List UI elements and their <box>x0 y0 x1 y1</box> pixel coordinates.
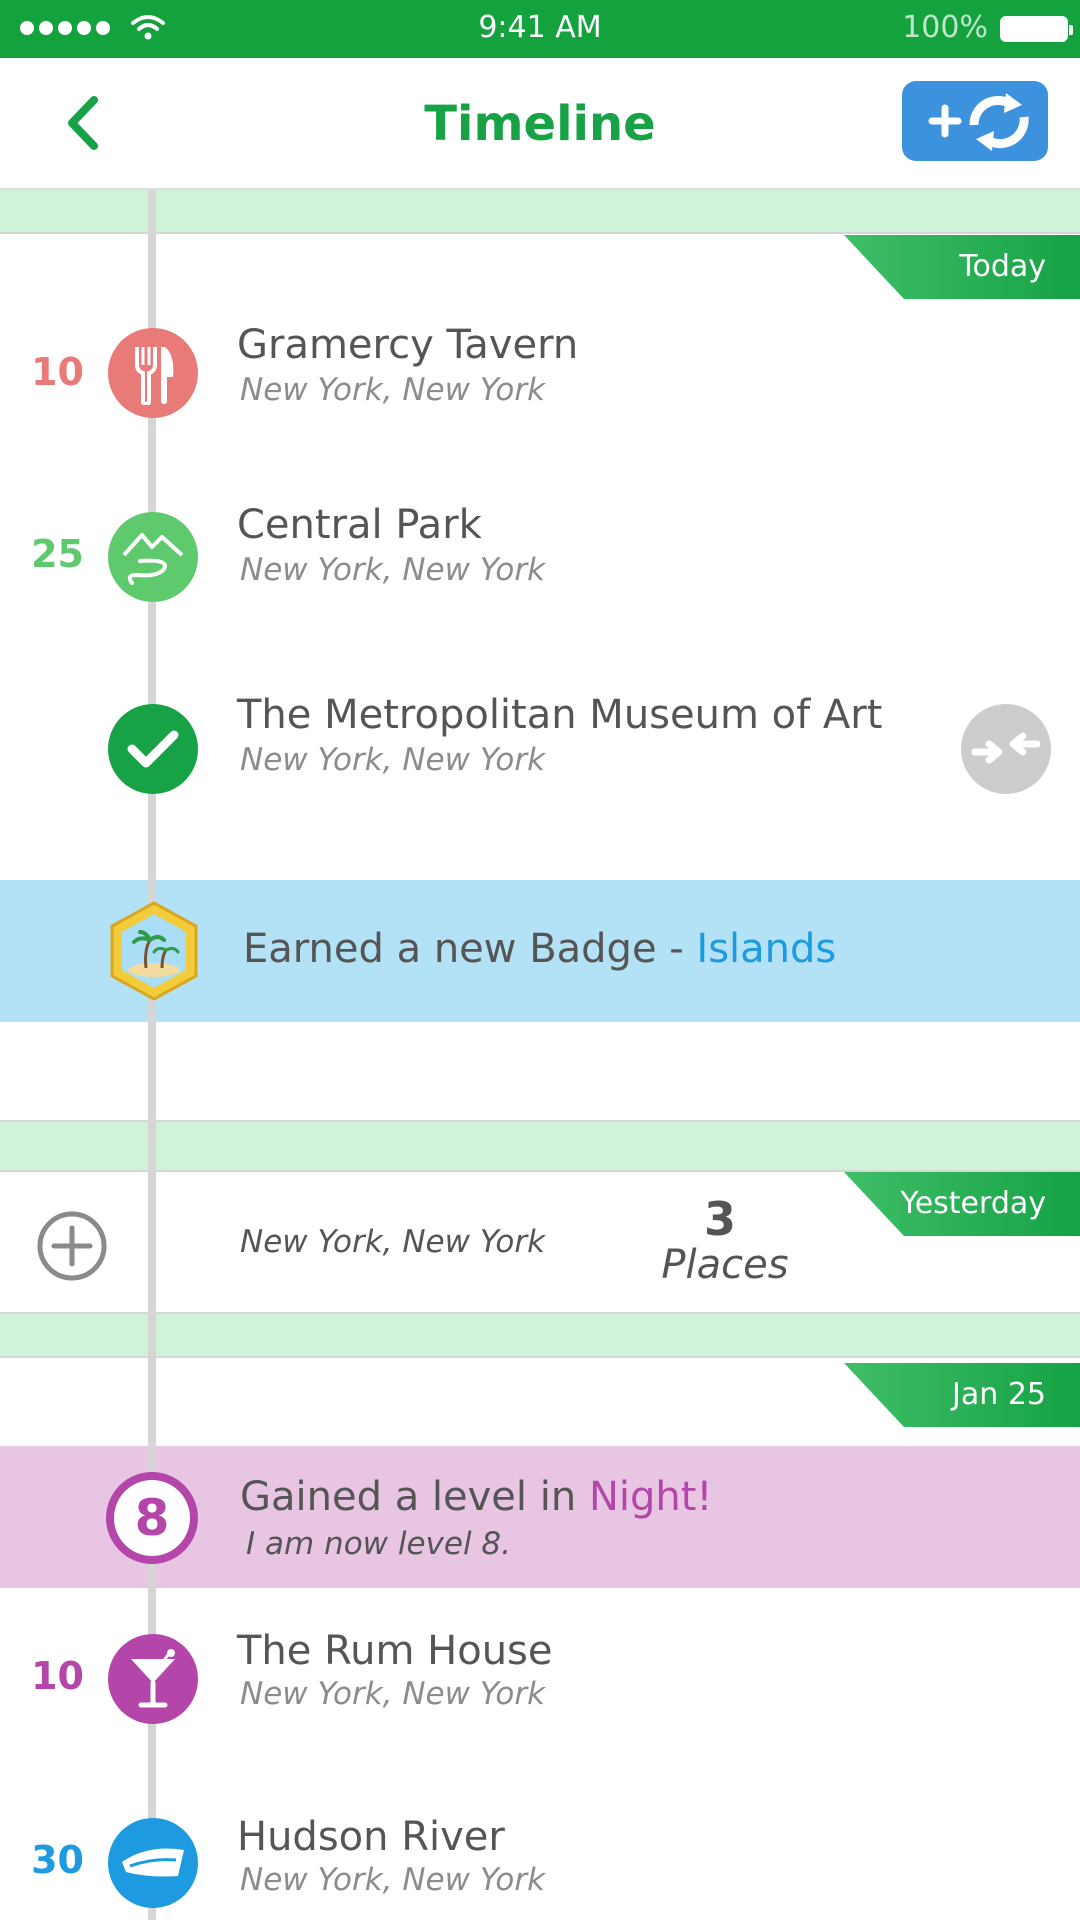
fork-knife-icon <box>108 328 198 418</box>
battery-percentage: 100% <box>902 10 988 45</box>
timeline-item[interactable]: 25 Central Park New York, New York <box>0 482 1080 632</box>
add-sync-icon <box>928 93 1029 151</box>
date-tag-jan25: Jan 25 <box>844 1363 1080 1427</box>
place-name: Central Park <box>237 502 482 548</box>
status-bar: 9:41 AM 100% <box>0 0 1080 58</box>
badge-notification[interactable]: Earned a new Badge - Islands <box>0 880 1080 1022</box>
level-category[interactable]: Night! <box>589 1474 713 1520</box>
place-name: The Metropolitan Museum of Art <box>237 692 883 738</box>
battery-icon <box>1000 16 1073 42</box>
places-label: Places <box>661 1242 789 1288</box>
level-message: Gained a level in Night! <box>240 1474 712 1520</box>
add-sync-button[interactable] <box>902 81 1048 161</box>
places-count: 3 <box>703 1192 736 1246</box>
timeline-item[interactable]: 10 Gramercy Tavern New York, New York <box>0 300 1080 450</box>
yesterday-card[interactable]: Yesterday New York, New York 3 Places <box>0 1170 1080 1314</box>
place-name: Hudson River <box>237 1814 505 1860</box>
checkmark-icon <box>108 704 198 794</box>
date-tag-today: Today <box>844 235 1080 299</box>
navigation-bar: Timeline <box>0 58 1080 190</box>
level-text: Gained a level in <box>240 1474 589 1520</box>
boat-icon <box>108 1818 198 1908</box>
points-value: 25 <box>31 532 84 576</box>
badge-name[interactable]: Islands <box>696 926 836 972</box>
park-mountain-icon <box>108 512 198 602</box>
merge-arrows-icon <box>971 732 1041 764</box>
plus-circle-icon <box>37 1211 107 1281</box>
place-location: New York, New York <box>240 552 546 588</box>
points-value: 10 <box>31 1654 84 1698</box>
level-badge-icon: 8 <box>106 1472 198 1564</box>
island-badge-icon <box>106 900 202 1002</box>
date-tag-yesterday: Yesterday <box>844 1172 1080 1236</box>
section-divider <box>0 190 1080 234</box>
timeline-item[interactable]: The Metropolitan Museum of Art New York,… <box>0 674 1080 824</box>
badge-text: Earned a new Badge - <box>243 926 697 972</box>
merge-arrows-button[interactable] <box>961 704 1051 794</box>
place-location: New York, New York <box>240 742 546 778</box>
expand-day-button[interactable] <box>36 1210 108 1282</box>
place-location: New York, New York <box>240 372 546 408</box>
cocktail-icon <box>108 1634 198 1724</box>
jan25-card: Jan 25 8 Gained a level in Night! I am n… <box>0 1356 1080 1920</box>
day-location: New York, New York <box>240 1224 546 1260</box>
today-card: Today 10 Gramercy Tavern New York, New Y… <box>0 232 1080 1122</box>
level-number: 8 <box>114 1480 190 1556</box>
level-subtext: I am now level 8. <box>246 1526 512 1562</box>
section-divider <box>0 1314 1080 1358</box>
points-value: 10 <box>31 350 84 394</box>
timeline-item[interactable]: 30 Hudson River New York, New York <box>0 1798 1080 1920</box>
timeline-item[interactable]: 10 The Rum House New York, New York <box>0 1614 1080 1764</box>
place-name: Gramercy Tavern <box>237 322 579 368</box>
place-location: New York, New York <box>240 1862 546 1898</box>
section-divider <box>0 1122 1080 1172</box>
level-notification[interactable]: 8 Gained a level in Night! I am now leve… <box>0 1446 1080 1588</box>
points-value: 30 <box>31 1838 84 1882</box>
badge-message: Earned a new Badge - Islands <box>243 926 836 972</box>
place-name: The Rum House <box>237 1628 553 1674</box>
place-location: New York, New York <box>240 1676 546 1712</box>
